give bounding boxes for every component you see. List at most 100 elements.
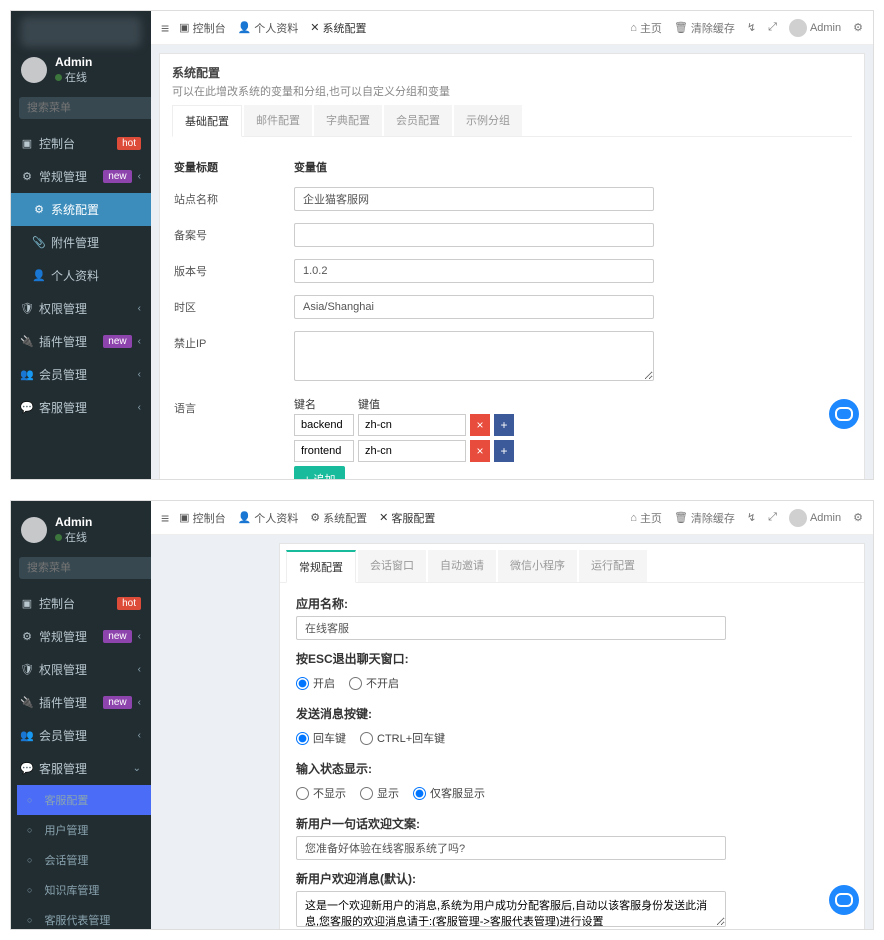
sidebar-item-常规管理[interactable]: ⚙ 常规管理 new ‹: [11, 160, 151, 193]
radio-typing-show[interactable]: 显示: [360, 785, 399, 801]
sidebar-item-label: 客服配置: [44, 792, 141, 808]
clear-cache-link[interactable]: 🗑 清除缓存: [674, 510, 735, 526]
shuffle-icon[interactable]: ↯: [747, 511, 756, 524]
chevron-down-icon: ⌄: [133, 763, 141, 774]
sidebar-item-控制台[interactable]: ▣ 控制台 hot: [11, 587, 151, 620]
input-app-name[interactable]: [296, 616, 726, 640]
kv-key-input[interactable]: [294, 414, 354, 436]
tab-微信小程序[interactable]: 微信小程序: [498, 550, 577, 582]
chat-bubble-icon[interactable]: [829, 885, 859, 915]
chevron-left-icon: ‹: [138, 697, 141, 708]
kv-delete-button[interactable]: ×: [470, 440, 490, 462]
input-site-name[interactable]: [294, 187, 654, 211]
sidebar-item-插件管理[interactable]: 🔌 插件管理 new ‹: [11, 686, 151, 719]
breadcrumb-个人资料[interactable]: 👤 个人资料: [238, 510, 299, 526]
breadcrumb-客服配置[interactable]: ✕ 客服配置: [379, 510, 435, 526]
sidebar-sub-会话管理[interactable]: 会话管理: [17, 845, 151, 875]
topbar: ≡ ▣ 控制台 👤 个人资料 ✕ 系统配置 ⌂ 主页 🗑 清除缓存 ↯ ⤢ Admi…: [151, 11, 873, 45]
sidebar-item-控制台[interactable]: ▣ 控制台 hot: [11, 127, 151, 160]
radio-esc-on[interactable]: 开启: [296, 675, 335, 691]
sidebar-toggle-icon[interactable]: ≡: [161, 510, 169, 526]
clear-cache-link[interactable]: 🗑 清除缓存: [674, 20, 735, 36]
topbar-user[interactable]: Admin: [789, 19, 841, 37]
sidebar-item-常规管理[interactable]: ⚙ 常规管理 new ‹: [11, 620, 151, 653]
radio-esc-off[interactable]: 不开启: [349, 675, 399, 691]
tab-基础配置[interactable]: 基础配置: [172, 105, 242, 137]
breadcrumb-控制台[interactable]: ▣ 控制台: [179, 510, 225, 526]
sidebar-item-系统配置[interactable]: ⚙ 系统配置: [11, 193, 151, 226]
badge: hot: [117, 597, 141, 610]
textarea-newmsg[interactable]: 这是一个欢迎新用户的消息,系统为用户成功分配客服后,自动以该客服身份发送此消息,…: [296, 891, 726, 927]
label-app-name: 应用名称:: [296, 595, 848, 612]
badge: new: [103, 335, 131, 348]
expand-icon[interactable]: ⤢: [768, 511, 777, 524]
user-icon: 👤: [33, 270, 45, 282]
tab-会话窗口[interactable]: 会话窗口: [358, 550, 426, 582]
append-button[interactable]: + 追加: [294, 466, 345, 479]
kv-add-button[interactable]: +: [494, 414, 514, 436]
settings-icon[interactable]: ⚙: [853, 21, 863, 34]
sidebar-item-个人资料[interactable]: 👤 个人资料: [11, 259, 151, 292]
sidebar-item-权限管理[interactable]: 🛡 权限管理 ‹: [11, 653, 151, 686]
sidebar-item-会员管理[interactable]: 👥 会员管理 ‹: [11, 358, 151, 391]
tab-运行配置[interactable]: 运行配置: [579, 550, 647, 582]
radio-send-ctrl[interactable]: CTRL+回车键: [360, 730, 445, 746]
sidebar-item-label: 系统配置: [51, 201, 141, 218]
radio-typing-none[interactable]: 不显示: [296, 785, 346, 801]
main-area: ≡ ▣ 控制台👤 个人资料⚙ 系统配置✕ 客服配置 ⌂ 主页 🗑 清除缓存 ↯ …: [151, 501, 873, 929]
users-icon: 👥: [21, 369, 33, 381]
tab-会员配置[interactable]: 会员配置: [384, 105, 452, 136]
home-link[interactable]: ⌂ 主页: [630, 20, 662, 36]
tab-示例分组[interactable]: 示例分组: [454, 105, 522, 136]
sidebar-item-附件管理[interactable]: 📎 附件管理: [11, 226, 151, 259]
home-link[interactable]: ⌂ 主页: [630, 510, 662, 526]
shield-icon: 🛡: [21, 303, 33, 315]
breadcrumb-控制台[interactable]: ▣ 控制台: [179, 20, 225, 36]
breadcrumb-系统配置[interactable]: ✕ 系统配置: [310, 20, 366, 36]
sidebar-sub-客服代表管理[interactable]: 客服代表管理: [17, 905, 151, 930]
sidebar-item-会员管理[interactable]: 👥 会员管理 ‹: [11, 719, 151, 752]
input-version[interactable]: [294, 259, 654, 283]
kv-row: × +: [294, 414, 514, 436]
breadcrumb-label: 控制台: [193, 510, 226, 526]
input-beian[interactable]: [294, 223, 654, 247]
input-timezone[interactable]: [294, 295, 654, 319]
settings-icon[interactable]: ⚙: [853, 511, 863, 524]
kv-add-button[interactable]: +: [494, 440, 514, 462]
sidebar-toggle-icon[interactable]: ≡: [161, 20, 169, 36]
tab-字典配置[interactable]: 字典配置: [314, 105, 382, 136]
sidebar-item-客服管理[interactable]: 💬 客服管理 ⌄: [11, 752, 151, 785]
sidebar-item-label: 常规管理: [39, 168, 97, 185]
label-language: 语言: [174, 396, 294, 416]
chat-bubble-icon[interactable]: [829, 399, 859, 429]
chevron-left-icon: ‹: [138, 303, 141, 314]
expand-icon[interactable]: ⤢: [768, 21, 777, 34]
dashboard-icon: ▣: [21, 598, 33, 610]
sidebar-item-label: 常规管理: [39, 628, 97, 645]
textarea-forbid-ip[interactable]: [294, 331, 654, 381]
topbar-user[interactable]: Admin: [789, 509, 841, 527]
sidebar-item-label: 用户管理: [44, 822, 141, 838]
user-status: 在线: [55, 529, 92, 545]
sidebar-sub-用户管理[interactable]: 用户管理: [17, 815, 151, 845]
sidebar-sub-知识库管理[interactable]: 知识库管理: [17, 875, 151, 905]
breadcrumb-个人资料[interactable]: 👤 个人资料: [238, 20, 299, 36]
breadcrumb-系统配置[interactable]: ⚙ 系统配置: [310, 510, 367, 526]
radio-send-enter[interactable]: 回车键: [296, 730, 346, 746]
kv-delete-button[interactable]: ×: [470, 414, 490, 436]
shuffle-icon[interactable]: ↯: [747, 21, 756, 34]
kv-head-key: 键名: [294, 396, 354, 412]
tab-邮件配置[interactable]: 邮件配置: [244, 105, 312, 136]
input-welcome[interactable]: [296, 836, 726, 860]
kv-key-input[interactable]: [294, 440, 354, 462]
sidebar-sub-客服配置[interactable]: 客服配置: [17, 785, 151, 815]
tab-常规配置[interactable]: 常规配置: [286, 550, 356, 583]
tab-自动邀请[interactable]: 自动邀请: [428, 550, 496, 582]
sidebar-item-权限管理[interactable]: 🛡 权限管理 ‹: [11, 292, 151, 325]
sidebar-item-插件管理[interactable]: 🔌 插件管理 new ‹: [11, 325, 151, 358]
panel-title: 系统配置: [172, 64, 852, 81]
kv-value-input[interactable]: [358, 440, 466, 462]
kv-value-input[interactable]: [358, 414, 466, 436]
sidebar-item-客服管理[interactable]: 💬 客服管理 ‹: [11, 391, 151, 424]
radio-typing-kefu[interactable]: 仅客服显示: [413, 785, 485, 801]
